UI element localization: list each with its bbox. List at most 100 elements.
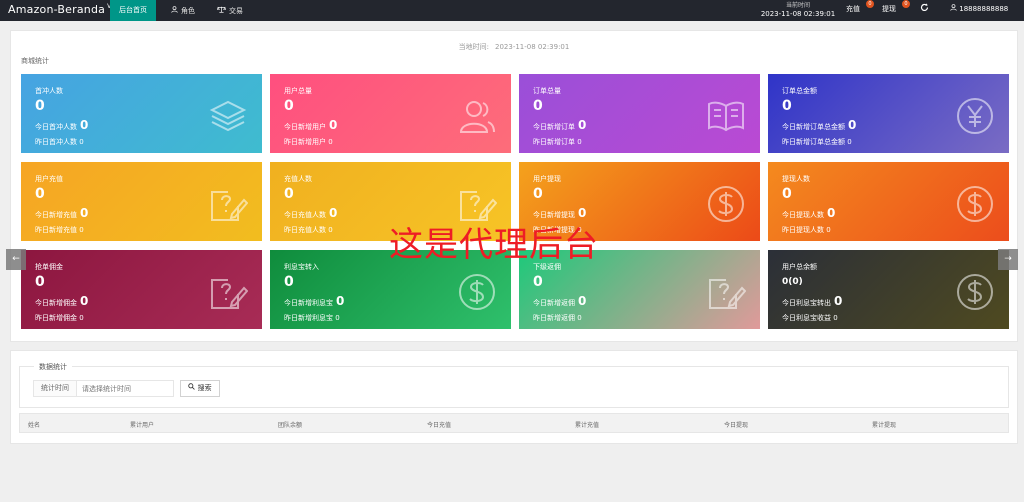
card-sub-value: 0 bbox=[329, 206, 338, 220]
card-sub: 今日新增返佣 0 bbox=[533, 294, 586, 308]
card-sub-value: 0 bbox=[848, 118, 857, 132]
card-sub-value: 0 bbox=[329, 118, 338, 132]
card-sub2: 昨日提现人数 0 bbox=[782, 226, 831, 234]
card-sub-label: 今日首冲人数 bbox=[35, 123, 77, 131]
card-title: 抢单佣金 bbox=[35, 263, 63, 271]
card-sub2: 昨日新增充值 0 bbox=[35, 226, 84, 234]
nav-home-label: 后台首页 bbox=[119, 6, 147, 14]
card-sub: 今日新增订单 0 bbox=[533, 118, 586, 132]
dollar-icon bbox=[706, 184, 746, 224]
top-bar: Amazon-BerandaV20 后台首页 角色 交易 当前时间 2023-1… bbox=[0, 0, 1024, 21]
nav-role[interactable]: 角色 bbox=[162, 0, 204, 21]
nav-role-label: 角色 bbox=[181, 7, 195, 15]
card-sub-value: 0 bbox=[834, 294, 843, 308]
card-sub-label: 今日新增利息宝 bbox=[284, 299, 333, 307]
stats-table-header: 姓名 累计用户 团队余额 今日充值 累计充值 今日提现 累计提现 bbox=[19, 413, 1009, 433]
search-time-input[interactable] bbox=[76, 380, 174, 397]
card-title: 用户总余额 bbox=[782, 263, 817, 271]
card-sub2: 昨日新增利息宝 0 bbox=[284, 314, 340, 322]
header-clock: 当前时间 2023-11-08 02:39:01 bbox=[758, 0, 838, 19]
stats-panel: 当地时间: 2023-11-08 02:39:01 商城统计 首冲人数 0 今日首… bbox=[10, 30, 1018, 342]
stat-card-withdraw-count: 提现人数 0 今日提现人数 0 昨日提现人数 0 bbox=[768, 162, 1009, 241]
book-icon bbox=[706, 96, 746, 136]
withdraw-link[interactable]: 提现 0 bbox=[882, 0, 910, 14]
users-icon bbox=[457, 96, 497, 136]
card-sub: 今日新增订单总金额 0 bbox=[782, 118, 856, 132]
card-value: 0 bbox=[782, 186, 792, 202]
col-team-balance[interactable]: 团队余额 bbox=[278, 420, 302, 429]
col-total-withdraw[interactable]: 累计提现 bbox=[872, 420, 896, 429]
arrow-left-icon: ← bbox=[12, 254, 20, 264]
stat-card-user-recharge: 用户充值 0 今日新增充值 0 昨日新增充值 0 bbox=[21, 162, 262, 241]
nav-trade[interactable]: 交易 bbox=[208, 0, 252, 21]
card-title: 用户充值 bbox=[35, 175, 63, 183]
card-value: 0 bbox=[782, 98, 792, 114]
card-sub-value: 0 bbox=[578, 294, 587, 308]
card-title: 首冲人数 bbox=[35, 87, 63, 95]
dollar-icon bbox=[457, 272, 497, 312]
section-title: 商城统计 bbox=[21, 57, 49, 65]
edit-icon bbox=[208, 184, 249, 224]
col-today-withdraw[interactable]: 今日提现 bbox=[724, 420, 748, 429]
col-today-recharge[interactable]: 今日充值 bbox=[427, 420, 451, 429]
card-sub2: 昨日新增佣金 0 bbox=[35, 314, 84, 322]
col-total-users[interactable]: 累计用户 bbox=[130, 420, 154, 429]
card-sub-value: 0 bbox=[336, 294, 345, 308]
card-title: 用户总量 bbox=[284, 87, 312, 95]
current-time-label: 当地时间: bbox=[458, 43, 489, 51]
card-sub2: 今日利息宝收益 0 bbox=[782, 314, 838, 322]
user-phone: 18888888888 bbox=[959, 5, 1009, 13]
scroll-left-button[interactable]: ← bbox=[6, 249, 26, 270]
card-sub-value: 0 bbox=[827, 206, 836, 220]
brand-logo[interactable]: Amazon-BerandaV20 bbox=[8, 3, 119, 16]
card-sub-label: 今日新增充值 bbox=[35, 211, 77, 219]
recharge-link[interactable]: 充值 0 bbox=[846, 0, 874, 14]
card-sub-label: 今日新增用户 bbox=[284, 123, 326, 131]
card-value: 0 bbox=[284, 98, 294, 114]
search-fieldset: 数据统计 统计时间 搜索 bbox=[19, 362, 1009, 408]
layers-icon bbox=[208, 96, 248, 136]
data-stats-legend: 数据统计 bbox=[34, 362, 72, 372]
nav-home[interactable]: 后台首页 bbox=[110, 0, 156, 21]
stat-card-total-users: 用户总量 0 今日新增用户 0 昨日新增用户 0 bbox=[270, 74, 511, 153]
user-icon bbox=[171, 0, 178, 21]
search-time-label: 统计时间 bbox=[33, 380, 77, 397]
refresh-icon[interactable] bbox=[920, 3, 929, 15]
stat-card-total-orders: 订单总量 0 今日新增订单 0 昨日新增订单 0 bbox=[519, 74, 760, 153]
card-sub2: 昨日首冲人数 0 bbox=[35, 138, 84, 146]
card-title: 充值人数 bbox=[284, 175, 312, 183]
card-sub2: 昨日新增订单总金额 0 bbox=[782, 138, 852, 146]
card-sub: 今日提现人数 0 bbox=[782, 206, 835, 220]
col-name[interactable]: 姓名 bbox=[28, 420, 40, 429]
watermark-text: 这是代理后台 bbox=[389, 225, 599, 265]
arrow-right-icon: → bbox=[1004, 254, 1012, 264]
current-time: 当地时间: 2023-11-08 02:39:01 bbox=[11, 42, 1017, 52]
scale-icon bbox=[216, 0, 227, 21]
data-stats-panel: 数据统计 统计时间 搜索 姓名 累计用户 团队余额 今日充值 累计充值 今日提现… bbox=[10, 350, 1018, 444]
card-sub: 今日利息宝转出 0 bbox=[782, 294, 842, 308]
recharge-label: 充值 bbox=[846, 5, 860, 13]
dollar-icon bbox=[955, 184, 995, 224]
dollar-icon bbox=[955, 272, 995, 312]
brand-name: Amazon-Beranda bbox=[8, 3, 106, 16]
search-button[interactable]: 搜索 bbox=[180, 380, 220, 397]
card-sub: 今日新增利息宝 0 bbox=[284, 294, 344, 308]
col-total-recharge[interactable]: 累计充值 bbox=[575, 420, 599, 429]
stat-card-order-amount: 订单总金额 0 今日新增订单总金额 0 昨日新增订单总金额 0 bbox=[768, 74, 1009, 153]
card-value: 0 bbox=[533, 186, 543, 202]
card-sub2: 昨日新增用户 0 bbox=[284, 138, 333, 146]
withdraw-label: 提现 bbox=[882, 5, 896, 13]
yen-icon bbox=[955, 96, 995, 136]
recharge-badge: 0 bbox=[866, 0, 874, 8]
search-icon bbox=[188, 383, 197, 392]
user-menu[interactable]: 18888888888 bbox=[950, 4, 1008, 13]
stat-card-grab-commission: 抢单佣金 0 今日新增佣金 0 昨日新增佣金 0 bbox=[21, 250, 262, 329]
card-sub2: 昨日充值人数 0 bbox=[284, 226, 333, 234]
card-title: 利息宝转入 bbox=[284, 263, 319, 271]
card-title: 订单总金额 bbox=[782, 87, 817, 95]
scroll-right-button[interactable]: → bbox=[998, 249, 1018, 270]
clock-label: 当前时间 bbox=[785, 2, 810, 9]
card-title: 提现人数 bbox=[782, 175, 810, 183]
card-sub: 今日新增充值 0 bbox=[35, 206, 88, 220]
withdraw-badge: 0 bbox=[902, 0, 910, 8]
